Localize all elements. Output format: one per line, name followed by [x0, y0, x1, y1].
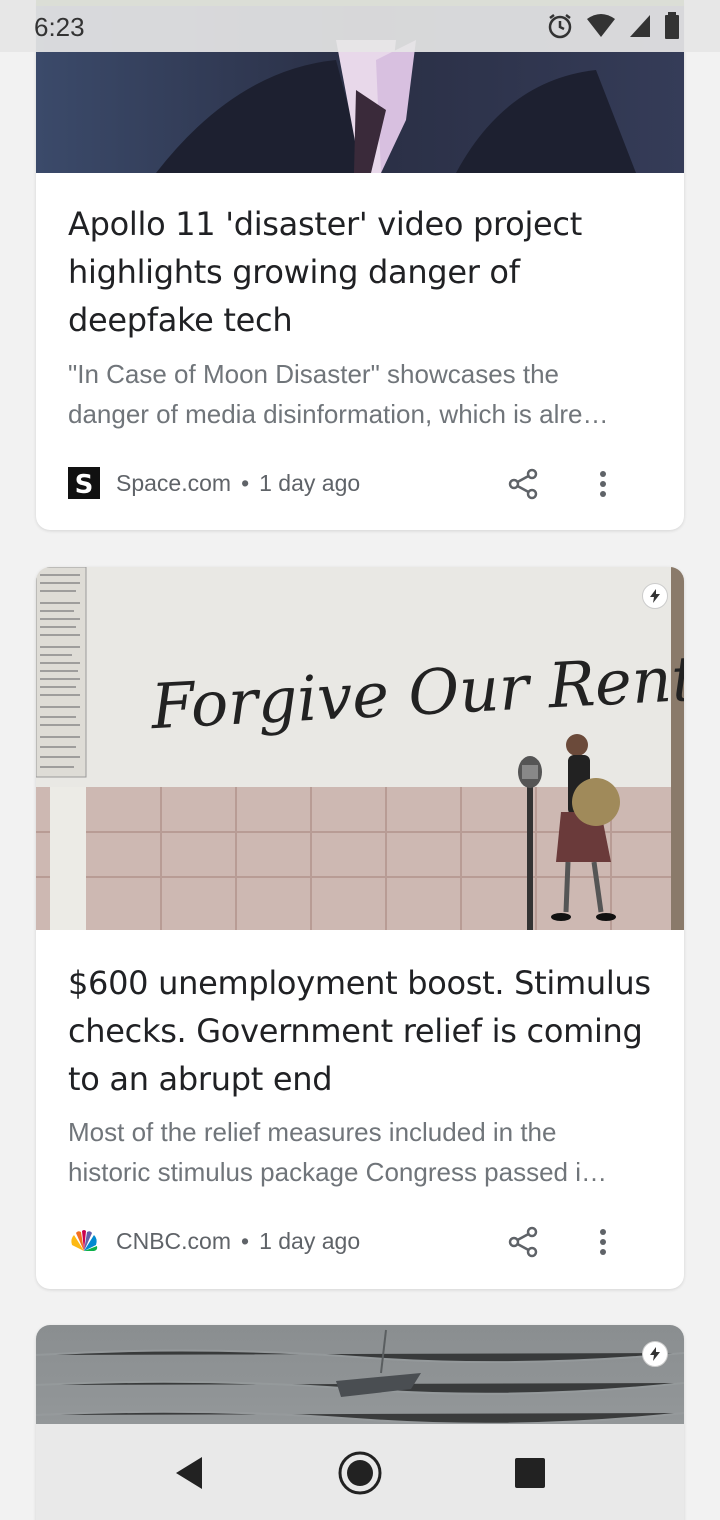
share-icon[interactable]: [506, 467, 540, 501]
svg-text:S: S: [75, 470, 94, 499]
status-bar: 6:23: [0, 0, 720, 52]
source-name[interactable]: CNBC.com: [116, 1228, 231, 1255]
battery-icon: [664, 12, 680, 45]
more-options-icon[interactable]: [586, 1225, 620, 1259]
news-card[interactable]: Apollo 11 'disaster' video project highl…: [36, 0, 684, 530]
share-icon[interactable]: [506, 1225, 540, 1259]
snippet-line: danger of media disinformation, which is…: [68, 399, 609, 429]
back-icon[interactable]: [166, 1450, 212, 1496]
article-snippet: "In Case of Moon Disaster" showcases the…: [68, 354, 652, 434]
home-icon[interactable]: [337, 1450, 383, 1496]
separator-dot: •: [241, 1227, 250, 1254]
article-headline[interactable]: $600 unemployment boost. Stimulus checks…: [68, 959, 652, 1103]
cnbc-logo-icon: [68, 1225, 100, 1257]
article-headline[interactable]: Apollo 11 'disaster' video project highl…: [68, 200, 652, 344]
article-snippet: Most of the relief measures included in …: [68, 1112, 652, 1192]
snippet-line: historic stimulus package Congress passe…: [68, 1157, 608, 1187]
snippet-line: "In Case of Moon Disaster" showcases the: [68, 359, 560, 389]
alarm-icon: [546, 12, 574, 45]
navigation-bar: [36, 1424, 684, 1520]
publish-time: 1 day ago: [259, 469, 361, 496]
space-logo-icon: S: [68, 467, 100, 499]
more-options-icon[interactable]: [586, 467, 620, 501]
recents-icon[interactable]: [507, 1450, 553, 1496]
separator-dot: •: [241, 469, 250, 496]
amp-lightning-icon: [642, 583, 668, 609]
article-image[interactable]: Forgive Our Rent: [36, 567, 684, 930]
signal-icon: [628, 13, 652, 44]
article-meta: S Space.com • 1 day ago: [68, 463, 652, 503]
news-card[interactable]: Forgive Our Rent $600 unemployment boost…: [36, 567, 684, 1289]
status-time: 6:23: [34, 12, 85, 42]
article-meta: CNBC.com • 1 day ago: [68, 1221, 652, 1261]
amp-lightning-icon: [642, 1341, 668, 1367]
status-icons: [546, 12, 680, 45]
wifi-icon: [586, 13, 616, 44]
source-name[interactable]: Space.com: [116, 470, 231, 497]
snippet-line: Most of the relief measures included in …: [68, 1117, 557, 1147]
publish-time: 1 day ago: [259, 1227, 361, 1254]
